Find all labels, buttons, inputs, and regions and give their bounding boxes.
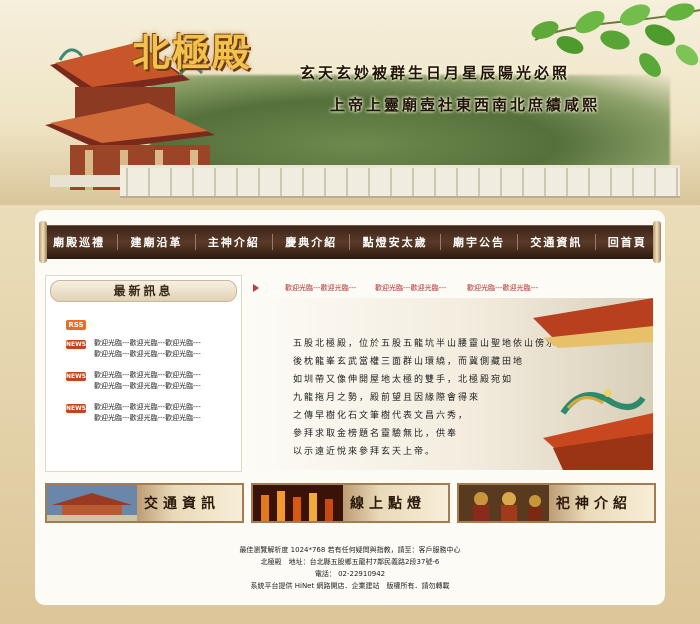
nav-item-traffic[interactable]: 交通資訊 [526, 234, 586, 250]
news-badge-icon: NEWS [66, 404, 87, 413]
marquee-link[interactable]: 歡迎光臨---歡迎光臨--- [285, 283, 356, 293]
marquee-link[interactable]: 歡迎光臨---歡迎光臨--- [375, 283, 446, 293]
site-title: 北極殿 [132, 30, 253, 75]
intro-text-line: 後枕龍峯玄武當權三面群山環繞，而冀側藏田地 [293, 357, 525, 367]
nav-divider [194, 234, 196, 250]
marquee-link[interactable]: 歡迎光臨---歡迎光臨--- [467, 283, 538, 293]
traffic-info-label: 交通資訊 [144, 496, 220, 512]
nav-divider [349, 234, 351, 250]
news-link[interactable]: 歡迎光臨---歡迎光臨---歡迎光臨--- [94, 402, 201, 412]
nav-item-temple-tour[interactable]: 廟殿巡禮 [49, 234, 109, 250]
online-lamp-button[interactable]: 線上點燈 [251, 483, 450, 523]
news-link[interactable]: 歡迎光臨---歡迎光臨---歡迎光臨--- [94, 370, 201, 380]
news-link[interactable]: 歡迎光臨---歡迎光臨---歡迎光臨--- [94, 349, 201, 359]
deity-thumbnail-icon [459, 485, 549, 521]
intro-text-line: 以示遠近悅來參拜玄天上帝。 [293, 447, 437, 457]
couplet-line-1: 玄天玄妙被群生日月星辰陽光必照 [300, 64, 571, 82]
rss-icon[interactable]: RSS [66, 320, 86, 330]
nav-item-festivals[interactable]: 慶典介紹 [281, 234, 341, 250]
news-badge-icon: NEWS [66, 340, 87, 349]
news-heading: 最新訊息 [50, 280, 237, 302]
nav-item-home[interactable]: 回首頁 [604, 234, 651, 250]
nav-divider [439, 234, 441, 250]
nav-divider [517, 234, 519, 250]
news-badge-icon: NEWS [66, 372, 87, 381]
intro-text-line: 之傳早樹化石文筆樹代表文昌六秀， [293, 411, 470, 421]
temple-roof-image [533, 298, 653, 470]
temple-thumbnail-icon [47, 485, 137, 521]
nav-item-deity-intro[interactable]: 主神介紹 [204, 234, 264, 250]
temple-intro: 五股北極殿，位於五股五龍坑半山腰靈山聖地依山傍水， 後枕龍峯玄武當權三面群山環繞… [253, 298, 653, 470]
news-link[interactable]: 歡迎光臨---歡迎光臨---歡迎光臨--- [94, 381, 201, 391]
footer-copyright: 系統平台提供 HiNet 網路開店．企業建站 版權所有．請勿轉載 [250, 582, 450, 590]
nav-item-announcements[interactable]: 廟宇公告 [449, 234, 509, 250]
marquee-arrow-icon [253, 284, 259, 292]
header-banner: 北極殿 玄天玄妙被群生日月星辰陽光必照 上帝上靈廟壺社東西南北庶績咸熙 [0, 0, 700, 205]
footer-address: 北極殿 地址：台北縣五股鄉五龍村7鄰民義路2段37號-6 [260, 558, 440, 566]
intro-text-line: 參拜求取金榜題名靈驗無比，供奉 [293, 429, 459, 439]
intro-text-line: 九龍拖月之勢，殿前望且因緣際會得來 [293, 393, 481, 403]
deity-intro-label: 祀神介紹 [556, 496, 632, 512]
couplet-line-2: 上帝上靈廟壺社東西南北庶績咸熙 [330, 96, 601, 114]
nav-divider [594, 234, 596, 250]
news-link[interactable]: 歡迎光臨---歡迎光臨---歡迎光臨--- [94, 413, 201, 423]
news-link[interactable]: 歡迎光臨---歡迎光臨---歡迎光臨--- [94, 338, 201, 348]
lamp-thumbnail-icon [253, 485, 343, 521]
footer-resolution-note: 最佳瀏覽解析度 1024*768 若有任何疑問與指教，請至：客戶服務中心 [239, 546, 461, 554]
nav-divider [117, 234, 119, 250]
main-panel: 廟殿巡禮 建廟沿革 主神介紹 慶典介紹 點燈安太歲 廟宇公告 交通資訊 回首頁 … [35, 210, 665, 605]
traffic-info-button[interactable]: 交通資訊 [45, 483, 244, 523]
intro-text-line: 如圳帶又像伸開屋地太極的雙手，北極殿宛如 [293, 375, 514, 385]
nav-item-history[interactable]: 建廟沿革 [126, 234, 186, 250]
nav-divider [272, 234, 274, 250]
main-nav: 廟殿巡禮 建廟沿革 主神介紹 慶典介紹 點燈安太歲 廟宇公告 交通資訊 回首頁 [39, 221, 661, 263]
nav-item-lamp-lighting[interactable]: 點燈安太歲 [359, 234, 432, 250]
online-lamp-label: 線上點燈 [350, 496, 426, 512]
news-box: 最新訊息 RSS NEWS 歡迎光臨---歡迎光臨---歡迎光臨--- 歡迎光臨… [45, 275, 242, 472]
deity-intro-button[interactable]: 祀神介紹 [457, 483, 656, 523]
footer-phone: 電話： 02-22910942 [314, 570, 386, 578]
stone-railing [120, 165, 680, 198]
